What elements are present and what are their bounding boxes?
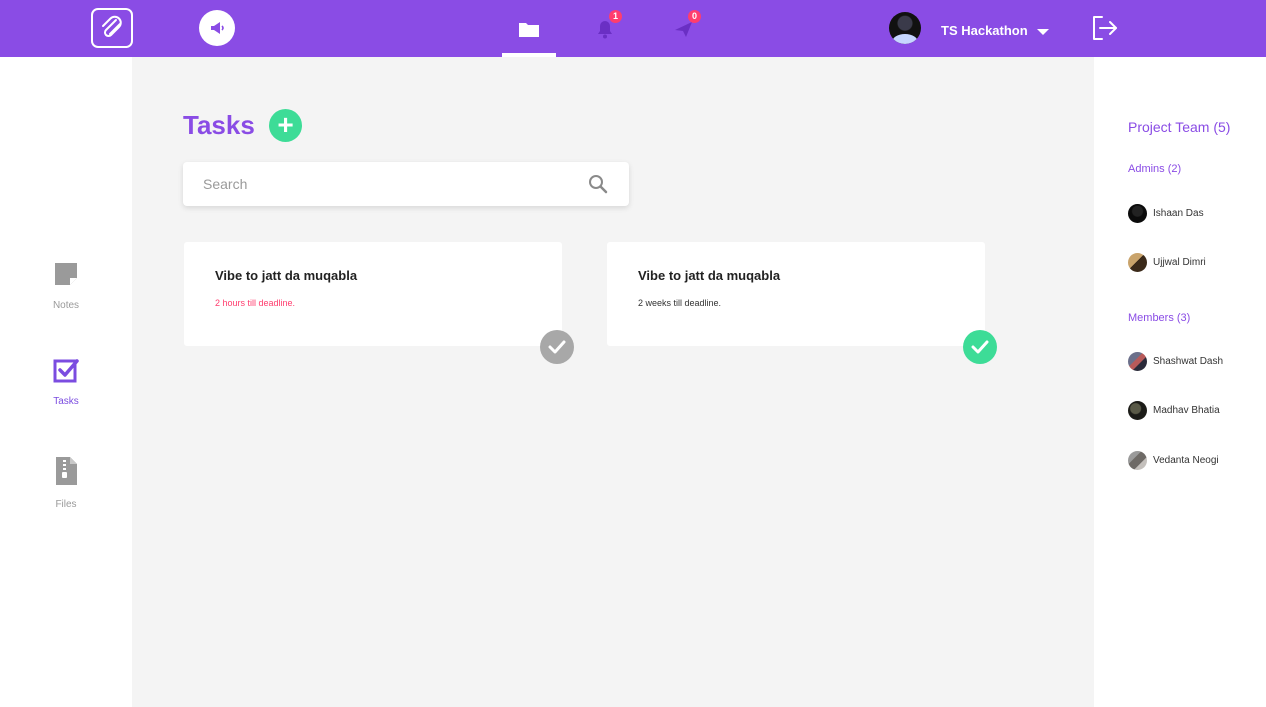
member-name: Ujjwal Dimri xyxy=(1153,256,1206,268)
left-sidebar: Notes Tasks Files xyxy=(0,57,132,707)
avatar xyxy=(1128,203,1147,223)
team-member[interactable]: Madhav Bhatia xyxy=(1128,400,1220,420)
projects-nav-button[interactable] xyxy=(514,14,544,44)
checkbox-icon xyxy=(53,359,79,383)
sidebar-item-tasks[interactable]: Tasks xyxy=(0,357,132,409)
page-title: Tasks xyxy=(183,110,255,140)
folder-icon xyxy=(519,23,539,37)
top-bar: 1 0 TS Hackathon xyxy=(0,0,1266,57)
task-card[interactable]: Vibe to jatt da muqabla 2 hours till dea… xyxy=(184,242,562,346)
user-avatar[interactable] xyxy=(889,12,921,44)
plus-icon: + xyxy=(277,109,294,140)
search-box xyxy=(183,162,629,206)
app-logo[interactable] xyxy=(91,8,133,48)
member-name: Shashwat Dash xyxy=(1153,355,1224,367)
member-name: Ishaan Das xyxy=(1153,207,1204,219)
messages-badge: 0 xyxy=(688,10,701,23)
avatar xyxy=(1128,450,1147,470)
messages-button[interactable]: 0 xyxy=(669,10,701,44)
notifications-badge: 1 xyxy=(609,10,622,23)
team-member[interactable]: Ishaan Das xyxy=(1128,203,1204,223)
mark-complete-button[interactable] xyxy=(540,330,574,364)
team-member[interactable]: Ujjwal Dimri xyxy=(1128,252,1206,272)
note-icon xyxy=(55,263,77,285)
sidebar-item-notes[interactable]: Notes xyxy=(0,261,132,313)
sidebar-item-label: Files xyxy=(55,499,77,510)
announcement-button[interactable] xyxy=(199,10,235,46)
member-name: Madhav Bhatia xyxy=(1153,404,1220,416)
team-member[interactable]: Shashwat Dash xyxy=(1128,351,1223,371)
team-member[interactable]: Vedanta Neogi xyxy=(1128,450,1219,470)
notifications-button[interactable]: 1 xyxy=(590,10,622,44)
avatar xyxy=(1128,400,1147,420)
task-deadline: 2 weeks till deadline. xyxy=(638,298,722,308)
sidebar-item-label: Tasks xyxy=(53,396,79,407)
search-input[interactable] xyxy=(203,174,583,194)
mark-complete-button[interactable] xyxy=(963,330,997,364)
megaphone-icon xyxy=(211,22,224,34)
task-title: Vibe to jatt da muqabla xyxy=(215,268,358,283)
admins-heading: Admins (2) xyxy=(1128,163,1182,175)
avatar xyxy=(1128,252,1147,272)
sidebar-item-label: Notes xyxy=(52,300,80,311)
member-name: Vedanta Neogi xyxy=(1153,454,1219,466)
zip-file-icon xyxy=(56,457,77,485)
project-team-panel: Project Team (5) Admins (2) Ishaan Das U… xyxy=(1094,57,1266,707)
sidebar-item-files[interactable]: Files xyxy=(0,456,132,512)
search-icon[interactable] xyxy=(588,174,608,194)
paperclip-icon xyxy=(102,15,122,38)
team-title: Project Team (5) xyxy=(1128,119,1231,135)
check-icon xyxy=(971,340,989,354)
task-card[interactable]: Vibe to jatt da muqabla 2 weeks till dea… xyxy=(607,242,985,346)
add-task-button[interactable]: + xyxy=(269,109,302,142)
task-title: Vibe to jatt da muqabla xyxy=(638,268,781,283)
logout-button[interactable] xyxy=(1090,14,1120,42)
check-icon xyxy=(548,340,566,354)
active-tab-indicator xyxy=(502,53,556,57)
members-heading: Members (3) xyxy=(1128,312,1191,324)
chevron-down-icon[interactable] xyxy=(1037,29,1049,35)
avatar xyxy=(1128,351,1147,371)
task-deadline: 2 hours till deadline. xyxy=(215,298,296,308)
user-name[interactable]: TS Hackathon xyxy=(941,23,1028,38)
logout-icon xyxy=(1093,16,1117,40)
